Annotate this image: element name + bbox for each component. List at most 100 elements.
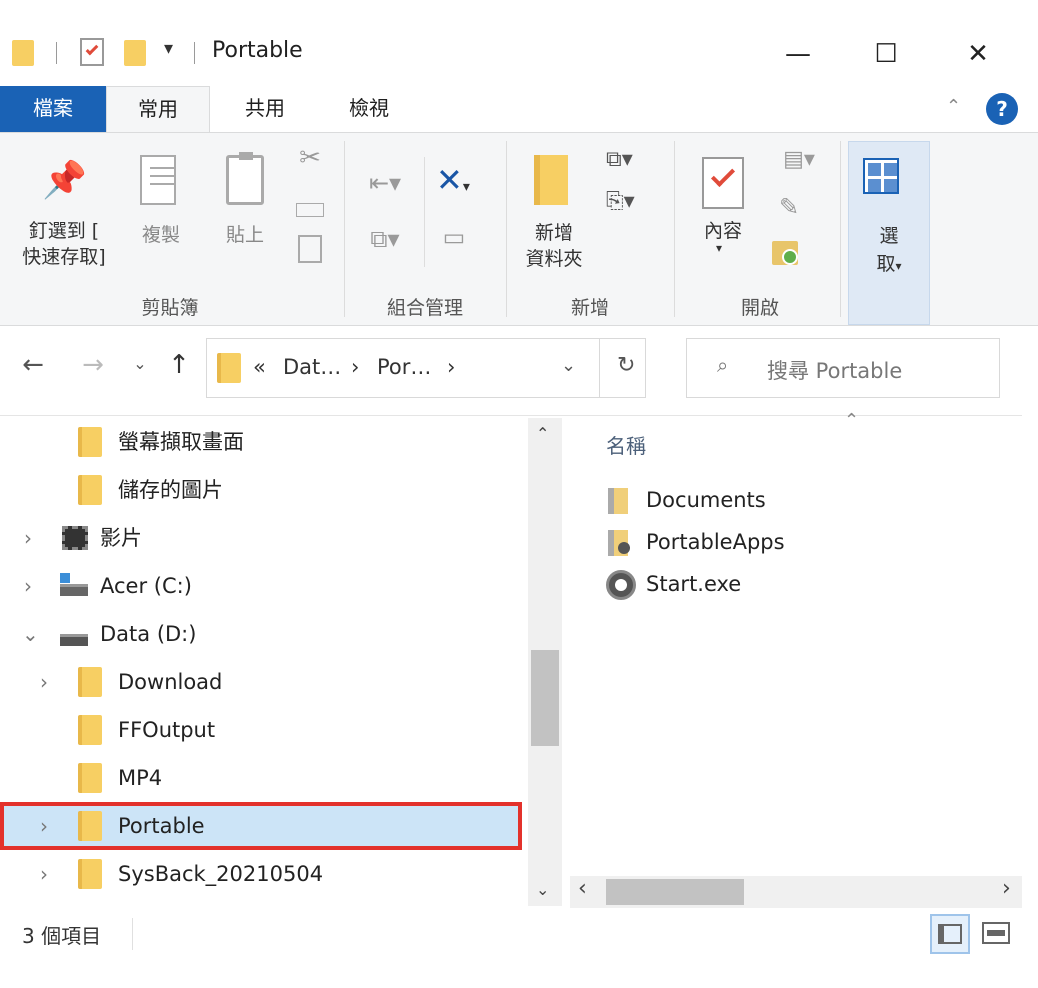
chevron-right-icon[interactable]: ›: [40, 850, 48, 898]
scroll-right-icon[interactable]: ›: [1002, 876, 1011, 901]
status-item-count: 3 個項目: [22, 924, 102, 948]
scroll-up-icon[interactable]: ⌃: [536, 424, 549, 443]
file-name: Start.exe: [646, 572, 742, 596]
select-button[interactable]: 選 取▾: [848, 141, 930, 325]
collapse-ribbon-icon[interactable]: ⌃: [946, 96, 961, 117]
scroll-down-icon[interactable]: ⌄: [536, 880, 549, 899]
breadcrumb-portable[interactable]: Por…: [377, 355, 431, 379]
chevron-right-icon[interactable]: ›: [24, 562, 32, 610]
tree-scrollbar-thumb[interactable]: [531, 650, 559, 746]
copy-button[interactable]: 複製: [128, 137, 194, 257]
scroll-left-icon[interactable]: ‹: [578, 876, 587, 901]
cut-icon[interactable]: ✂: [294, 143, 326, 173]
tree-item-label: 螢幕擷取畫面: [118, 430, 244, 454]
tree-item-label: MP4: [118, 766, 163, 790]
properties-button[interactable]: 內容 ▾: [690, 137, 760, 287]
folder-icon: [78, 811, 102, 841]
forward-button[interactable]: →: [76, 350, 110, 380]
ribbon: 📌 釘選到 [ 快速存取] 複製 貼上 ✂ 剪貼簿 ⇤▾ ⧉▾ ✕▾ ▭ 組合管…: [0, 132, 1038, 326]
tree-item[interactable]: 螢幕擷取畫面: [0, 418, 522, 466]
refresh-icon[interactable]: ↻: [617, 353, 635, 378]
file-name: PortableApps: [646, 530, 785, 554]
sort-ascending-icon[interactable]: ⌃: [844, 410, 859, 431]
tree-item[interactable]: › SysBack_20210504: [0, 850, 522, 898]
documents-folder-icon: [608, 488, 628, 514]
minimize-button[interactable]: —: [778, 34, 818, 74]
column-header-name[interactable]: 名稱: [606, 430, 646, 459]
tree-item[interactable]: › Download: [0, 658, 522, 706]
close-button[interactable]: ✕: [958, 34, 998, 74]
address-dropdown-icon[interactable]: ⌄: [561, 355, 576, 376]
breadcrumb-separator[interactable]: ›: [351, 355, 359, 379]
breadcrumb-data[interactable]: Dat…: [283, 355, 341, 379]
tree-item[interactable]: › 影片: [0, 514, 522, 562]
folder-icon: [78, 667, 102, 697]
chevron-right-icon[interactable]: ›: [40, 658, 48, 706]
tree-item-label: Portable: [118, 814, 205, 838]
new-folder-button[interactable]: 新增 資料夾: [514, 137, 594, 287]
help-icon[interactable]: ?: [986, 93, 1018, 125]
folder-icon: [78, 763, 102, 793]
list-item[interactable]: Documents: [600, 484, 900, 518]
chevron-right-icon[interactable]: ›: [40, 802, 48, 850]
delete-icon[interactable]: ✕▾: [436, 161, 492, 199]
chevron-down-icon: ▾: [716, 241, 723, 255]
paste-shortcut-icon[interactable]: [298, 235, 322, 263]
back-button[interactable]: ←: [16, 350, 50, 380]
large-icons-view-button[interactable]: [982, 922, 1010, 944]
maximize-button[interactable]: ☐: [866, 34, 906, 74]
easy-access-icon[interactable]: ⎘▾: [606, 189, 635, 214]
tree-item[interactable]: FFOutput: [0, 706, 522, 754]
list-item[interactable]: PortableApps: [600, 526, 900, 560]
tree-item-label: Acer (C:): [100, 574, 192, 598]
paste-button[interactable]: 貼上: [212, 137, 278, 257]
move-to-icon[interactable]: ⇤▾: [360, 169, 410, 197]
folder-icon: [78, 715, 102, 745]
tree-item[interactable]: 儲存的圖片: [0, 466, 522, 514]
breadcrumb-overflow[interactable]: «: [253, 355, 266, 379]
up-button[interactable]: ↑: [164, 350, 194, 380]
address-bar[interactable]: « Dat… › Por… › ⌄ ↻: [206, 338, 646, 398]
chevron-down-icon[interactable]: ⌄: [22, 610, 39, 658]
tab-file[interactable]: 檔案: [0, 86, 106, 132]
tab-view[interactable]: 檢視: [334, 86, 404, 132]
folder-icon: [78, 859, 102, 889]
details-view-button[interactable]: [930, 914, 970, 954]
breadcrumb-separator[interactable]: ›: [447, 355, 455, 379]
rename-icon[interactable]: ▭: [434, 223, 474, 251]
tree-item-label: 儲存的圖片: [118, 478, 223, 502]
list-item[interactable]: Start.exe: [600, 568, 900, 602]
new-item-icon[interactable]: ⧉▾: [606, 147, 633, 172]
tree-item[interactable]: MP4: [0, 754, 522, 802]
tab-share[interactable]: 共用: [230, 86, 300, 132]
folder-icon: [78, 427, 102, 457]
properties-quick-icon[interactable]: [80, 38, 104, 66]
select-label-line2: 取▾: [876, 253, 902, 275]
ribbon-separator: [506, 141, 507, 317]
tree-item-selected[interactable]: › Portable: [0, 802, 522, 850]
recent-locations-icon[interactable]: ⌄: [128, 354, 152, 373]
separator: [194, 42, 195, 64]
history-icon[interactable]: [772, 241, 798, 265]
separator: [599, 339, 600, 397]
new-folder-quick-icon[interactable]: [124, 40, 146, 66]
tree-item[interactable]: › Acer (C:): [0, 562, 522, 610]
separator: [424, 157, 425, 267]
search-box[interactable]: ⌕ 搜尋 Portable: [686, 338, 1000, 398]
chevron-right-icon[interactable]: ›: [24, 514, 32, 562]
separator: [132, 918, 133, 950]
paste-icon: [226, 152, 264, 205]
folder-icon: [78, 475, 102, 505]
paste-label: 貼上: [225, 224, 264, 246]
open-icon[interactable]: ▤▾: [774, 147, 824, 172]
properties-icon: [702, 157, 744, 209]
copy-path-icon[interactable]: [296, 203, 324, 217]
tree-item[interactable]: ⌄ Data (D:): [0, 610, 522, 658]
tab-home[interactable]: 常用: [106, 86, 210, 132]
exe-icon: [606, 570, 636, 600]
list-scrollbar-thumb[interactable]: [606, 879, 744, 905]
copy-to-icon[interactable]: ⧉▾: [360, 225, 410, 253]
pin-to-quick-access-button[interactable]: 📌 釘選到 [ 快速存取]: [12, 137, 116, 293]
customize-quick-access-icon[interactable]: ▾: [164, 38, 173, 59]
edit-icon[interactable]: ✎: [774, 193, 804, 221]
